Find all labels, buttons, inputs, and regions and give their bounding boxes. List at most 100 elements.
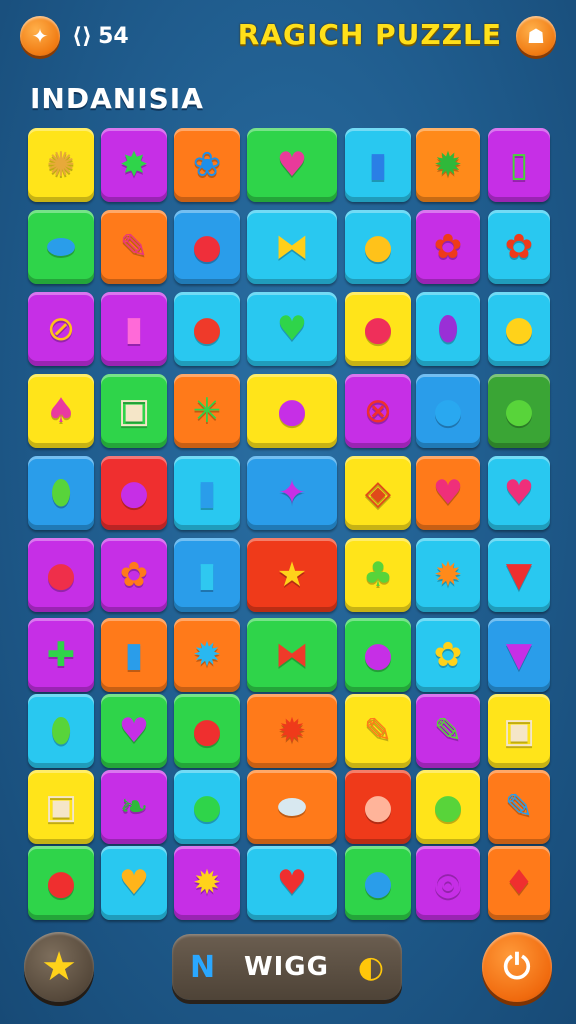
power-button[interactable]: ⏻ — [482, 932, 552, 1002]
ball-icon: ⊘ — [46, 309, 76, 349]
tile[interactable]: ● — [174, 210, 240, 284]
tile[interactable]: ● — [247, 374, 337, 448]
tile[interactable]: ⧓ — [247, 618, 337, 692]
tree-icon: ♣ — [362, 555, 394, 595]
tile[interactable]: ▼ — [488, 538, 550, 612]
tile[interactable]: ✹ — [174, 846, 240, 920]
tile[interactable]: ♥ — [416, 456, 480, 530]
tile[interactable]: ✎ — [488, 770, 550, 844]
tile[interactable]: ● — [488, 374, 550, 448]
tile[interactable]: ▣ — [101, 374, 167, 448]
green-apple-icon: ● — [504, 391, 534, 431]
tile[interactable]: ★ — [247, 538, 337, 612]
strawberry-icon: ● — [363, 309, 393, 349]
tile[interactable]: ✹ — [416, 128, 480, 202]
orange-flower-icon: ✹ — [277, 711, 307, 751]
tile[interactable]: ● — [28, 538, 94, 612]
tile[interactable]: ⬮ — [416, 292, 480, 366]
strawberry-cone-icon: ▼ — [505, 555, 533, 595]
jar-icon: ▮ — [197, 473, 217, 513]
tile[interactable]: ● — [174, 770, 240, 844]
bow-icon: ⧓ — [275, 227, 309, 267]
tile[interactable]: ✿ — [488, 210, 550, 284]
tile[interactable]: ▣ — [488, 694, 550, 768]
pink-heart-icon: ♥ — [503, 473, 535, 513]
tile[interactable]: ✳ — [174, 374, 240, 448]
tile[interactable]: ✎ — [345, 694, 411, 768]
tile[interactable]: ⬮ — [28, 694, 94, 768]
blue-cup-icon: ▮ — [368, 145, 388, 185]
blue-face-icon: ● — [363, 863, 393, 903]
tile[interactable]: ✦ — [247, 456, 337, 530]
tile[interactable]: ♥ — [101, 694, 167, 768]
blue-flower-icon: ❀ — [192, 145, 222, 185]
tile[interactable]: ⬬ — [28, 210, 94, 284]
tile[interactable]: ✿ — [101, 538, 167, 612]
tile[interactable]: ♥ — [247, 846, 337, 920]
green-leaf-icon: ❧ — [119, 787, 149, 827]
green-sun-icon: ✹ — [433, 145, 463, 185]
red-drop-icon: ♦ — [503, 863, 535, 903]
purple-monster-icon: ● — [363, 635, 393, 675]
tile[interactable]: ◈ — [345, 456, 411, 530]
mode-button[interactable]: N WIGG ◐ — [172, 934, 402, 1000]
tile[interactable]: ♥ — [488, 456, 550, 530]
tile[interactable]: ♠ — [28, 374, 94, 448]
tile[interactable]: ▯ — [488, 128, 550, 202]
star-button[interactable]: ★ — [24, 932, 94, 1002]
shooting-star-icon: ★ — [276, 555, 308, 595]
tile[interactable]: ✹ — [416, 538, 480, 612]
tile[interactable]: ❀ — [174, 128, 240, 202]
tile[interactable]: ✿ — [416, 210, 480, 284]
tile[interactable]: ✺ — [28, 128, 94, 202]
tile[interactable]: ✹ — [174, 618, 240, 692]
tile[interactable]: ▮ — [101, 292, 167, 366]
tile[interactable]: ✹ — [247, 694, 337, 768]
tile[interactable]: ❧ — [101, 770, 167, 844]
tile[interactable]: ✎ — [101, 210, 167, 284]
wrapped-candy-icon: ✦ — [277, 473, 307, 513]
coin-icon: ◐ — [357, 949, 384, 985]
tile[interactable]: ♥ — [247, 128, 337, 202]
tile[interactable]: ● — [416, 374, 480, 448]
tile[interactable]: ⊗ — [345, 374, 411, 448]
tile[interactable]: ▮ — [101, 618, 167, 692]
tile[interactable]: ⬬ — [247, 770, 337, 844]
donut-icon: ◎ — [433, 863, 463, 903]
tile[interactable]: ♦ — [488, 846, 550, 920]
blue-puff-icon: ✹ — [192, 635, 222, 675]
tile[interactable]: ✎ — [416, 694, 480, 768]
tile[interactable]: ✚ — [28, 618, 94, 692]
tile[interactable]: ▮ — [345, 128, 411, 202]
tile[interactable]: ● — [101, 456, 167, 530]
tile[interactable]: ● — [488, 292, 550, 366]
tile[interactable]: ♥ — [247, 292, 337, 366]
tile[interactable]: ● — [174, 694, 240, 768]
tile[interactable]: ● — [345, 210, 411, 284]
tile[interactable]: ● — [345, 292, 411, 366]
eye-icon: ◈ — [364, 473, 392, 513]
tile[interactable]: ▮ — [174, 456, 240, 530]
tile[interactable]: ● — [345, 618, 411, 692]
tile[interactable]: ● — [174, 292, 240, 366]
tile[interactable]: ▣ — [28, 770, 94, 844]
pink-heart-icon: ♥ — [432, 473, 464, 513]
tile[interactable]: ● — [416, 770, 480, 844]
tile[interactable]: ▮ — [174, 538, 240, 612]
cupcake-icon: ▮ — [197, 555, 217, 595]
tile[interactable]: ⬮ — [28, 456, 94, 530]
tile[interactable]: ● — [28, 846, 94, 920]
tile[interactable]: ✸ — [101, 128, 167, 202]
tile[interactable]: ● — [345, 846, 411, 920]
tile[interactable]: ◎ — [416, 846, 480, 920]
tile[interactable]: ● — [345, 770, 411, 844]
red-heart-icon: ♥ — [276, 863, 308, 903]
tile[interactable]: ▼ — [488, 618, 550, 692]
tile[interactable]: ⧓ — [247, 210, 337, 284]
tile[interactable]: ⊘ — [28, 292, 94, 366]
tile[interactable]: ♥ — [101, 846, 167, 920]
tile[interactable]: ♣ — [345, 538, 411, 612]
star-icon: ★ — [41, 944, 77, 990]
wand-icon: ✳ — [192, 391, 222, 431]
tile[interactable]: ✿ — [416, 618, 480, 692]
